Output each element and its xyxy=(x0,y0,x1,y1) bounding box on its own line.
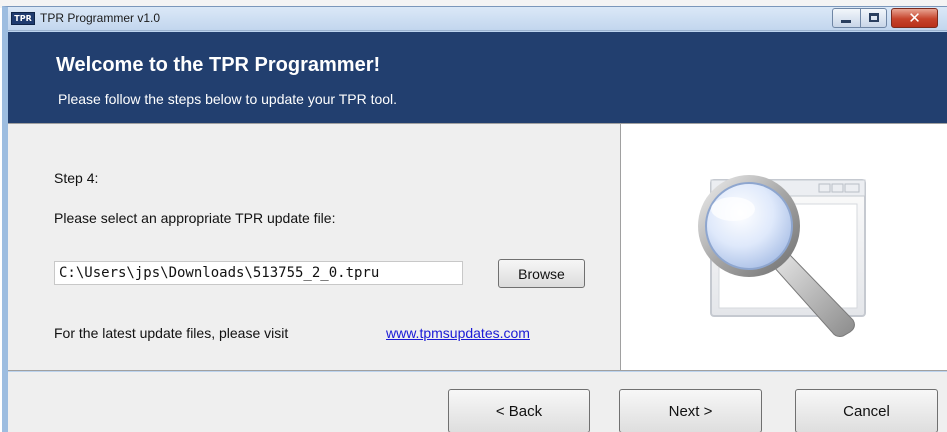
illustration-panel xyxy=(620,124,947,370)
visit-text: For the latest update files, please visi… xyxy=(54,325,289,341)
back-button[interactable]: < Back xyxy=(448,389,590,432)
wizard-footer: < Back Next > Cancel xyxy=(8,372,947,432)
minimize-icon xyxy=(841,20,851,23)
maximize-button[interactable] xyxy=(860,8,887,28)
app-window: TPR TPR Programmer v1.0 ✕ Welcome to the… xyxy=(2,6,947,432)
minimize-button[interactable] xyxy=(832,8,860,28)
close-button[interactable]: ✕ xyxy=(891,8,938,28)
welcome-header: Welcome to the TPR Programmer! Please fo… xyxy=(8,32,947,123)
close-icon: ✕ xyxy=(908,9,921,27)
file-path-input[interactable] xyxy=(54,261,463,285)
wizard-content: Step 4: Please select an appropriate TPR… xyxy=(8,123,947,371)
title-bar[interactable]: TPR TPR Programmer v1.0 ✕ xyxy=(8,7,947,31)
app-icon: TPR xyxy=(11,12,35,25)
updates-link[interactable]: www.tpmsupdates.com xyxy=(386,325,530,341)
window-title: TPR Programmer v1.0 xyxy=(40,11,161,25)
header-title: Welcome to the TPR Programmer! xyxy=(56,54,381,76)
magnifier-over-window-icon xyxy=(698,175,866,337)
cancel-button[interactable]: Cancel xyxy=(795,389,938,432)
select-file-label: Please select an appropriate TPR update … xyxy=(54,210,336,226)
step-label: Step 4: xyxy=(54,170,99,186)
maximize-icon xyxy=(869,13,879,22)
browse-button[interactable]: Browse xyxy=(498,259,585,288)
header-subtitle: Please follow the steps below to update … xyxy=(58,91,398,107)
next-button[interactable]: Next > xyxy=(619,389,762,432)
